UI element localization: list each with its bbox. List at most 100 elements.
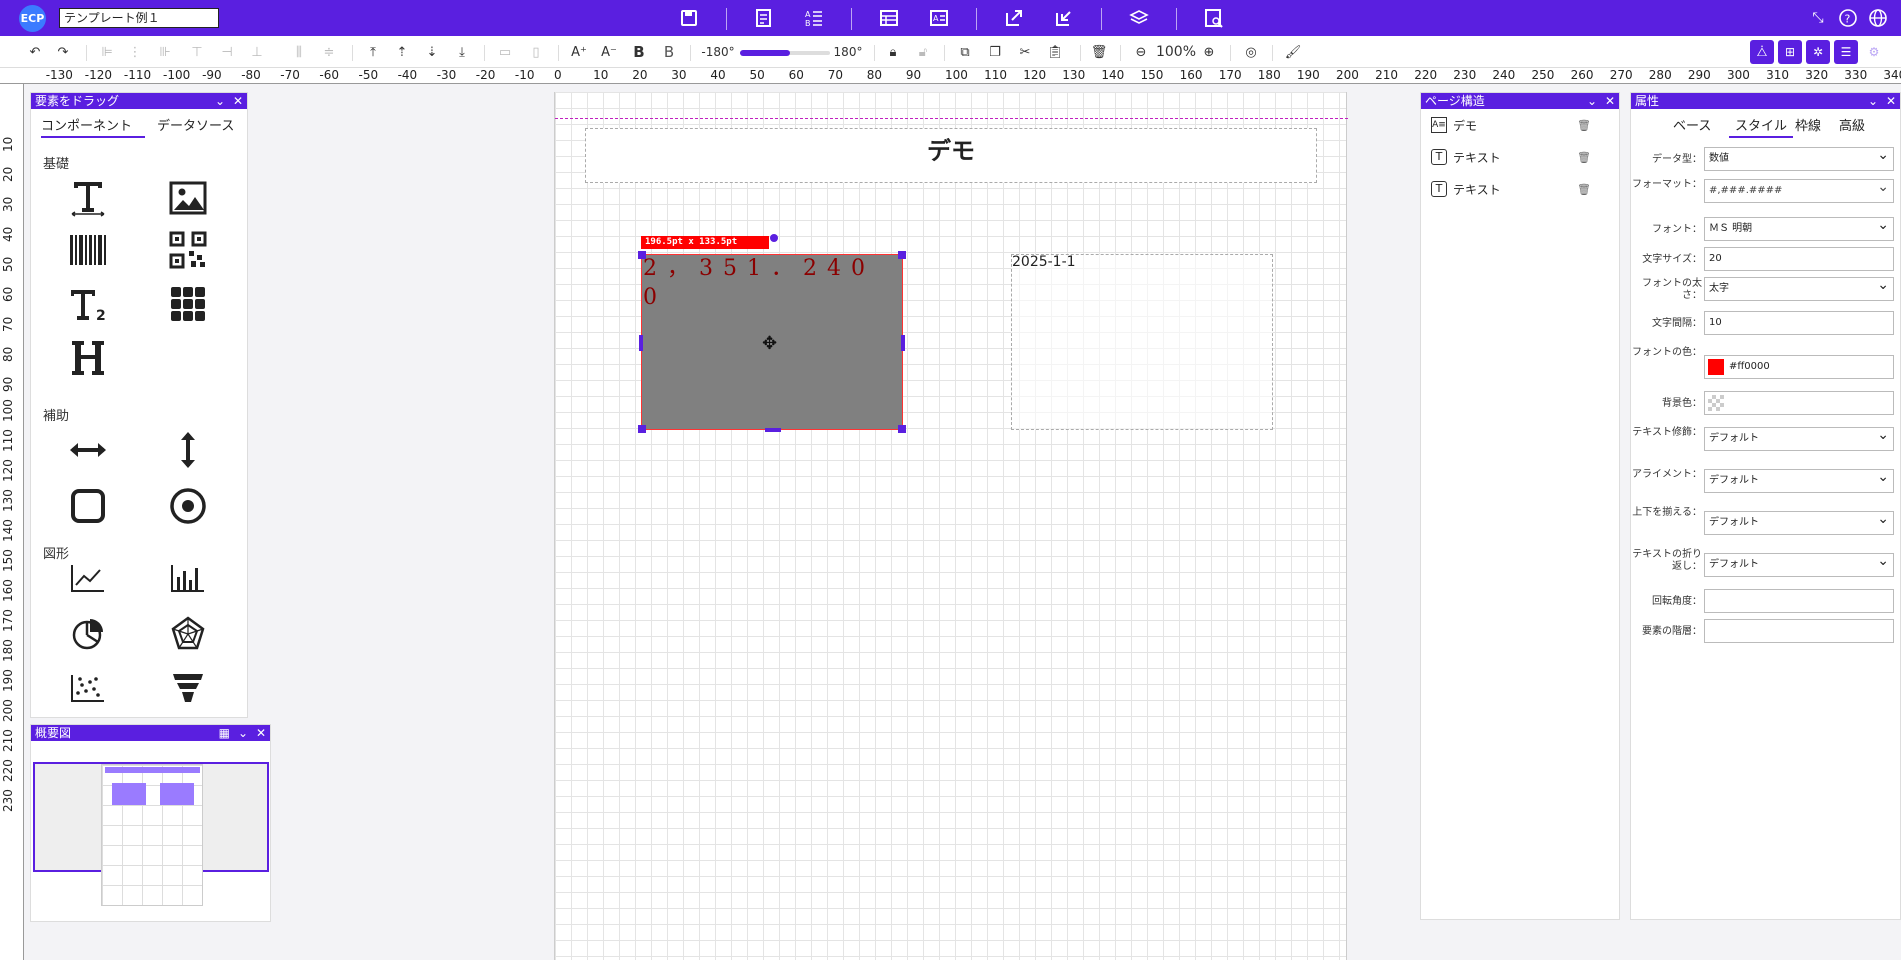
rotation-input[interactable] bbox=[1704, 589, 1894, 613]
align-left-icon[interactable]: ⊫ bbox=[98, 43, 116, 61]
align-top-icon[interactable]: ⊤ bbox=[188, 43, 206, 61]
overview-grid-icon[interactable]: ▦ bbox=[219, 725, 230, 741]
globe-icon[interactable] bbox=[1865, 5, 1891, 31]
tab-advanced[interactable]: 高級 bbox=[1839, 115, 1865, 134]
same-height-icon[interactable]: ▯ bbox=[527, 43, 545, 61]
resize-handle-b[interactable] bbox=[765, 428, 781, 432]
grid-panel-toggle-icon[interactable]: ⊞ bbox=[1778, 40, 1802, 64]
transparent-swatch[interactable] bbox=[1708, 395, 1724, 411]
line-chart-icon[interactable] bbox=[63, 555, 113, 601]
same-width-icon[interactable]: ▭ bbox=[496, 43, 514, 61]
cut-icon[interactable]: ✂ bbox=[1016, 43, 1034, 61]
horizontal-line-icon[interactable] bbox=[63, 427, 113, 473]
font-select[interactable]: ＭＳ 明朝 bbox=[1704, 214, 1894, 241]
structure-item[interactable]: T テキスト 🗑︎ bbox=[1431, 147, 1591, 167]
funnel-chart-icon[interactable] bbox=[163, 665, 213, 711]
help-icon[interactable]: ? bbox=[1835, 5, 1861, 31]
structure-collapse-icon[interactable]: ⌄ bbox=[1587, 93, 1597, 109]
resize-handle-r[interactable] bbox=[901, 335, 905, 351]
rotate-handle[interactable] bbox=[770, 234, 778, 242]
props-panel-toggle-icon[interactable]: ☰ bbox=[1834, 40, 1858, 64]
alignment-select[interactable]: デフォルト bbox=[1704, 466, 1894, 493]
trash-icon[interactable]: 🗑︎ bbox=[1577, 119, 1591, 132]
circle-icon[interactable] bbox=[163, 483, 213, 529]
subscript-text-component-icon[interactable]: 2 bbox=[63, 281, 113, 327]
date-text-element[interactable]: 2025-1-1 bbox=[1011, 254, 1273, 430]
scatter-chart-icon[interactable] bbox=[63, 665, 113, 711]
letter-spacing-input[interactable]: 10 bbox=[1704, 311, 1894, 335]
copy-icon[interactable]: ⧉ bbox=[956, 43, 974, 61]
text-component-icon[interactable] bbox=[63, 175, 113, 221]
heading-element[interactable]: デモ bbox=[585, 128, 1317, 183]
undo-icon[interactable]: ↶ bbox=[26, 43, 44, 61]
bring-top-icon[interactable]: ⤒ bbox=[364, 43, 382, 61]
collapse-chevron-icon[interactable]: ⌄ bbox=[215, 93, 225, 109]
resize-handle-br[interactable] bbox=[898, 425, 906, 433]
list-ab-icon[interactable]: AB bbox=[801, 5, 827, 31]
send-bottom-icon[interactable]: ⤓ bbox=[453, 43, 471, 61]
align-right-icon[interactable]: ⊪ bbox=[156, 43, 174, 61]
structure-item[interactable]: T テキスト 🗑︎ bbox=[1431, 179, 1591, 199]
redo-icon[interactable]: ↷ bbox=[54, 43, 72, 61]
font-color-input[interactable]: #ff0000 bbox=[1704, 355, 1894, 379]
distribute-v-icon[interactable]: ≑ bbox=[320, 43, 338, 61]
barcode-component-icon[interactable] bbox=[63, 227, 113, 273]
design-canvas[interactable]: デモ 196.5pt x 133.5pt 2，351．2400 ✥ 2025-1… bbox=[554, 92, 1348, 960]
font-size-input[interactable]: 20 bbox=[1704, 247, 1894, 271]
tab-components[interactable]: コンポーネント bbox=[41, 113, 145, 138]
qrcode-component-icon[interactable] bbox=[163, 227, 213, 273]
selected-number-element[interactable]: 2，351．2400 ✥ bbox=[638, 251, 906, 433]
text-decoration-select[interactable]: デフォルト bbox=[1704, 424, 1894, 451]
edit-doc-icon[interactable] bbox=[751, 5, 777, 31]
layout-icon[interactable] bbox=[876, 5, 902, 31]
paste-icon[interactable]: 📋︎ bbox=[1046, 43, 1064, 61]
rotation-slider[interactable] bbox=[740, 50, 830, 56]
zoom-in-icon[interactable]: ⊕ bbox=[1200, 43, 1218, 61]
import-icon[interactable] bbox=[1051, 5, 1077, 31]
unlock-icon[interactable]: 🔓︎ bbox=[914, 43, 932, 61]
structure-item[interactable]: A≡ デモ 🗑︎ bbox=[1431, 115, 1591, 135]
structure-panel-toggle-icon[interactable]: ✲ bbox=[1806, 40, 1830, 64]
font-increase-icon[interactable]: A⁺ bbox=[568, 43, 590, 61]
extra-toggle-icon[interactable]: ⚙ bbox=[1862, 40, 1886, 64]
vertical-align-select[interactable]: デフォルト bbox=[1704, 508, 1894, 535]
trash-icon[interactable]: 🗑︎ bbox=[1577, 183, 1591, 196]
table-component-icon[interactable] bbox=[163, 281, 213, 327]
move-up-icon[interactable]: ⇡ bbox=[393, 43, 411, 61]
text-wrap-select[interactable]: デフォルト bbox=[1704, 550, 1894, 577]
normal-weight-button[interactable]: B bbox=[660, 43, 678, 61]
data-type-select[interactable]: 数値 bbox=[1704, 144, 1894, 171]
radar-chart-icon[interactable] bbox=[163, 611, 213, 657]
format-painter-icon[interactable]: 🖌︎ bbox=[1284, 43, 1302, 61]
align-center-icon[interactable]: ⋮ bbox=[126, 43, 144, 61]
trash-icon[interactable]: 🗑︎ bbox=[1577, 151, 1591, 164]
align-bottom-icon[interactable]: ⊥ bbox=[248, 43, 266, 61]
overview-close-icon[interactable]: ✕ bbox=[256, 725, 266, 741]
preview-round-icon[interactable]: ◎ bbox=[1242, 43, 1260, 61]
duplicate-icon[interactable]: ❐ bbox=[986, 43, 1004, 61]
overview-collapse-icon[interactable]: ⌄ bbox=[238, 725, 248, 741]
tab-style[interactable]: スタイル bbox=[1729, 115, 1794, 138]
resize-handle-tl[interactable] bbox=[638, 251, 646, 259]
align-middle-icon[interactable]: ⊣ bbox=[218, 43, 236, 61]
tab-datasource[interactable]: データソース bbox=[157, 113, 234, 136]
format-select[interactable]: #,###.#### bbox=[1704, 176, 1894, 203]
resize-handle-l[interactable] bbox=[639, 335, 643, 351]
lock-icon[interactable]: 🔒︎ bbox=[884, 43, 902, 61]
bg-color-input[interactable] bbox=[1704, 391, 1894, 415]
zoom-out-icon[interactable]: ⊖ bbox=[1132, 43, 1150, 61]
tab-base[interactable]: ベース bbox=[1673, 115, 1711, 134]
close-icon[interactable]: ✕ bbox=[233, 93, 243, 109]
bar-chart-icon[interactable] bbox=[163, 555, 213, 601]
delete-icon[interactable]: 🗑︎ bbox=[1090, 43, 1108, 61]
export-icon[interactable] bbox=[1001, 5, 1027, 31]
image-component-icon[interactable] bbox=[163, 175, 213, 221]
template-name-input[interactable]: テンプレート例１ bbox=[59, 8, 219, 28]
props-collapse-icon[interactable]: ⌄ bbox=[1868, 93, 1878, 109]
font-decrease-icon[interactable]: A⁻ bbox=[598, 43, 620, 61]
color-swatch[interactable] bbox=[1708, 359, 1724, 375]
bold-button[interactable]: B bbox=[630, 43, 648, 61]
layers-icon[interactable] bbox=[1126, 5, 1152, 31]
move-down-icon[interactable]: ⇣ bbox=[423, 43, 441, 61]
props-close-icon[interactable]: ✕ bbox=[1886, 93, 1896, 109]
